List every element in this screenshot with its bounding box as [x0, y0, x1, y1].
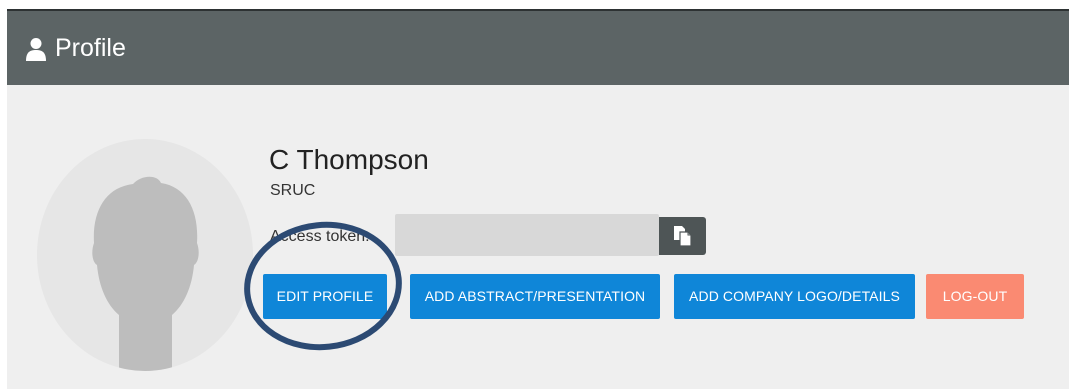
add-abstract-button[interactable]: ADD ABSTRACT/PRESENTATION — [410, 274, 660, 319]
logout-button[interactable]: LOG-OUT — [926, 274, 1024, 319]
profile-panel: Profile C Thompson SRUC Access token: ED… — [7, 9, 1069, 389]
copy-icon — [674, 226, 692, 247]
add-company-logo-button[interactable]: ADD COMPANY LOGO/DETAILS — [674, 274, 915, 319]
access-token-field[interactable] — [395, 214, 659, 256]
profile-organization: SRUC — [270, 182, 316, 199]
access-token-label: Access token: — [270, 228, 370, 245]
user-silhouette-icon — [92, 176, 199, 371]
copy-token-button[interactable] — [659, 217, 706, 255]
top-margin — [0, 0, 1069, 9]
profile-header: Profile — [7, 9, 1069, 85]
edit-profile-button[interactable]: EDIT PROFILE — [263, 274, 387, 319]
avatar — [37, 139, 253, 371]
header-title: Profile — [55, 34, 126, 62]
user-icon — [25, 37, 47, 61]
profile-name: C Thompson — [269, 144, 429, 175]
